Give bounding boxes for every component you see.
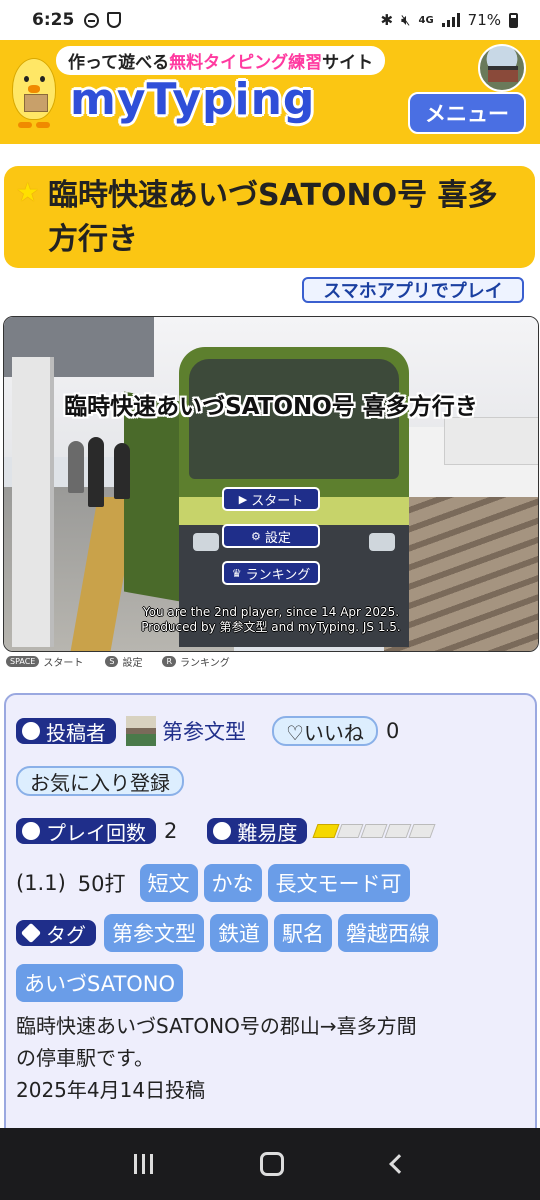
- home-icon[interactable]: [260, 1152, 285, 1176]
- passenger: [68, 441, 84, 493]
- plays-badge: プレイ回数: [16, 818, 156, 845]
- r-shortcut-label: ランキング: [180, 658, 230, 669]
- game-settings-button[interactable]: ⚙ 設定: [222, 524, 320, 548]
- poster-name-link[interactable]: 第参文型: [162, 716, 246, 746]
- tag-label: タグ: [46, 922, 86, 947]
- site-header: 作って遊べる無料タイピング練習サイト myTyping メニュー: [0, 40, 540, 144]
- description-line2: の停車駅です。: [16, 1046, 154, 1070]
- difficulty-meter: [312, 824, 436, 838]
- difficulty-icon: [213, 822, 232, 840]
- keyboard-shortcuts: SPACE スタート S 設定 R ランキング: [6, 654, 230, 669]
- play-in-app-button[interactable]: スマホアプリでプレイ: [302, 277, 524, 303]
- tag-chip[interactable]: 駅名: [274, 914, 332, 952]
- smile-icon: [22, 822, 40, 840]
- r-key: R: [162, 656, 177, 667]
- signal-icon: [441, 13, 460, 27]
- tagline-post: サイト: [322, 53, 374, 73]
- back-icon[interactable]: [389, 1154, 410, 1174]
- favorite-button[interactable]: お気に入り登録: [16, 766, 184, 796]
- page-title: 臨時快速あいづSATONO号 喜多方行き: [48, 178, 498, 257]
- game-title: 臨時快速あいづSATONO号 喜多方行き: [64, 394, 478, 420]
- tag-chip[interactable]: 磐越西線: [338, 914, 438, 952]
- attr-chip-kana[interactable]: かな: [203, 864, 262, 902]
- difficulty-label: 難易度: [237, 820, 298, 845]
- tag-chip[interactable]: 第参文型: [104, 914, 204, 952]
- tag-badge: タグ: [16, 920, 96, 947]
- site-logo[interactable]: myTyping: [70, 74, 315, 125]
- tag-chip[interactable]: 鉄道: [210, 914, 268, 952]
- game-canvas[interactable]: 臨時快速あいづSATONO号 喜多方行き ▶ スタート ⚙ 設定 ♛ ランキング…: [3, 316, 539, 652]
- posted-date: 2025年4月14日投稿: [16, 1078, 206, 1102]
- keystroke-count: 50打: [77, 872, 126, 896]
- ranking-label: ランキング: [245, 567, 311, 583]
- tagline-pre: 作って遊べる: [68, 53, 170, 73]
- battery-percent: 71%: [467, 11, 501, 29]
- poster-avatar[interactable]: [126, 716, 156, 746]
- user-icon: [22, 722, 40, 740]
- game-footer-line2: Produced by 第参文型 and myTyping. JS 1.5.: [141, 620, 401, 634]
- difficulty-badge: 難易度: [207, 818, 308, 845]
- plays-label: プレイ回数: [46, 820, 146, 845]
- start-label: スタート: [251, 493, 304, 509]
- like-button[interactable]: ♡いいね: [272, 716, 378, 746]
- background-building: [444, 417, 538, 465]
- game-ranking-button[interactable]: ♛ ランキング: [222, 561, 320, 585]
- plays-count: 2: [164, 819, 178, 843]
- status-bar: 6:25 ✱ 🔇︎ 4G 71%: [0, 0, 540, 40]
- recent-apps-icon[interactable]: [133, 1154, 153, 1174]
- passenger: [88, 437, 104, 507]
- dnd-icon: [84, 12, 100, 28]
- s-shortcut-label: 設定: [122, 658, 143, 669]
- poster-label: 投稿者: [46, 720, 106, 745]
- tags-row: タグ 第参文型 鉄道 駅名 磐越西線: [16, 914, 444, 952]
- difficulty-value: (1.1): [16, 871, 66, 895]
- typing-title-box: ★ 臨時快速あいづSATONO号 喜多方行き: [4, 166, 535, 268]
- star-icon[interactable]: ★: [16, 178, 39, 208]
- poster-badge: 投稿者: [16, 718, 116, 745]
- favorite-row: お気に入り登録: [16, 766, 184, 796]
- typing-description: 臨時快速あいづSATONO号の郡山→喜多方間 の停車駅です。 2025年4月14…: [16, 1010, 516, 1106]
- battery-icon: [509, 12, 518, 28]
- stats-row: プレイ回数 2 難易度: [16, 818, 436, 845]
- menu-button[interactable]: メニュー: [408, 92, 526, 134]
- tag-icon: [20, 922, 42, 944]
- user-avatar[interactable]: [478, 44, 526, 92]
- tagline-highlight: 無料タイピング練習: [169, 53, 323, 73]
- s-key: S: [105, 656, 119, 667]
- gear-icon: ⚙: [251, 529, 261, 543]
- bluetooth-icon: ✱: [380, 11, 394, 29]
- game-footer: You are the 2nd player, since 14 Apr 202…: [4, 605, 538, 635]
- tag-chip[interactable]: あいづSATONO: [16, 964, 184, 1002]
- difficulty-step: [360, 824, 388, 838]
- like-count: 0: [385, 719, 400, 743]
- difficulty-step: [336, 824, 364, 838]
- chick-mascot-icon[interactable]: [10, 50, 56, 138]
- shield-icon: [107, 12, 122, 28]
- mute-icon: 🔇︎: [401, 11, 411, 29]
- tags-row-2: あいづSATONO: [16, 964, 189, 1002]
- crown-icon: ♛: [231, 566, 242, 580]
- play-icon: ▶: [238, 492, 248, 506]
- space-key: SPACE: [6, 656, 40, 667]
- difficulty-step: [312, 824, 340, 838]
- attr-chip-long-mode[interactable]: 長文モード可: [267, 864, 410, 902]
- attributes-row: (1.1) 50打 短文 かな 長文モード可: [16, 864, 416, 902]
- network-type: 4G: [418, 14, 434, 26]
- train-side: [124, 391, 186, 603]
- difficulty-step: [384, 824, 412, 838]
- difficulty-step: [408, 824, 436, 838]
- space-shortcut-label: スタート: [43, 658, 84, 669]
- poster-row: 投稿者 第参文型 ♡いいね 0: [16, 716, 399, 746]
- description-line1: 臨時快速あいづSATONO号の郡山→喜多方間: [16, 1014, 417, 1038]
- status-time: 6:25: [32, 10, 75, 30]
- android-nav-bar: [0, 1128, 540, 1200]
- site-tagline: 作って遊べる無料タイピング練習サイト: [56, 46, 386, 75]
- game-footer-line1: You are the 2nd player, since 14 Apr 202…: [142, 605, 400, 619]
- attr-chip-short[interactable]: 短文: [139, 864, 198, 902]
- settings-label: 設定: [264, 530, 291, 546]
- game-start-button[interactable]: ▶ スタート: [222, 487, 320, 511]
- passenger: [114, 443, 130, 499]
